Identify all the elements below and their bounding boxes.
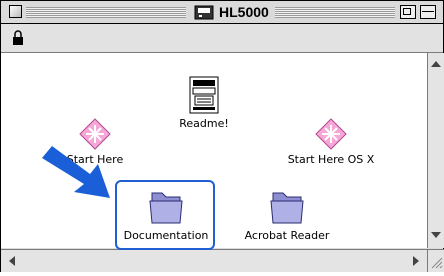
scroll-down-arrow-icon[interactable] — [429, 228, 443, 242]
vertical-scrollbar[interactable] — [427, 53, 444, 248]
pointer-arrow-icon — [42, 146, 110, 198]
collapse-box[interactable] — [420, 5, 436, 19]
start-here-osx-item[interactable]: Start Here OS X — [281, 117, 381, 166]
scroll-left-arrow-icon[interactable] — [5, 254, 19, 268]
start-here-osx-label: Start Here OS X — [287, 153, 375, 166]
acrobat-reader-label: Acrobat Reader — [244, 229, 330, 242]
disk-icon — [194, 5, 214, 19]
zoom-box[interactable] — [400, 5, 416, 19]
close-box[interactable] — [9, 5, 22, 18]
acrobat-reader-folder-icon — [270, 192, 304, 224]
start-here-osx-icon — [315, 118, 347, 150]
resize-grip[interactable] — [427, 249, 444, 272]
lock-icon — [13, 30, 23, 45]
title-bar-stripes-right — [259, 7, 395, 18]
title-bar-stripes-left — [26, 7, 186, 18]
acrobat-reader-item[interactable]: Acrobat Reader — [237, 187, 337, 242]
readme-item[interactable]: Readme! — [169, 75, 239, 130]
selection-highlight — [115, 180, 215, 250]
readme-document-icon — [189, 76, 219, 114]
horizontal-scrollbar[interactable] — [1, 249, 427, 272]
readme-label: Readme! — [179, 117, 229, 130]
window-header — [1, 24, 443, 53]
window-title-text: HL5000 — [219, 4, 269, 20]
resize-grip-icon — [431, 257, 443, 269]
scroll-up-arrow-icon[interactable] — [429, 57, 443, 71]
title-bar[interactable]: HL5000 — [1, 1, 443, 24]
finder-window: HL5000 Readme! Start Here Start Here OS … — [0, 0, 444, 272]
window-title: HL5000 — [188, 3, 275, 21]
scroll-right-arrow-icon[interactable] — [409, 254, 423, 268]
